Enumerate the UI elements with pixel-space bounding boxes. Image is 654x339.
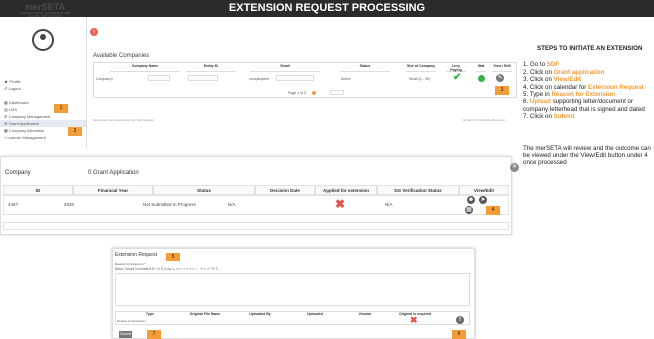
col-grant-status: Status (153, 185, 255, 195)
grant-id-cell: 4457 (8, 202, 19, 207)
step-4: 4. Click on calendar for Extension Reque… (523, 83, 644, 91)
page-header: EXTENSION REQUEST PROCESSING (0, 0, 654, 17)
doc-col-uploaded: Uploaded (307, 312, 323, 316)
grant-company-label: Company (5, 170, 31, 176)
email-box (276, 75, 314, 81)
pager-current-icon[interactable] (312, 91, 316, 95)
available-companies-title: Available Companies (93, 53, 150, 59)
company-name-cell: Company1 (96, 77, 113, 81)
steps-panel: STEPS TO INITIATE AN EXTENSION 1. Go to … (523, 45, 654, 167)
mer-seta-logo: merSETA MANUFACTURING, ENGINEERING AND RE… (20, 2, 70, 18)
original-required-cross-icon: ✖ (410, 315, 418, 325)
entity-id-box (188, 75, 218, 81)
upload-icon[interactable]: ⇧ (456, 316, 464, 324)
col-applied-extension: Applied for extension (315, 185, 377, 195)
step-marker-1: 1 (54, 104, 68, 113)
editor-toolbar[interactable]: Basic Sans▾ Normal▾ A B I U S A Aa x₂ x²… (115, 267, 219, 271)
col-company-name: Company Name (110, 64, 180, 72)
company-status-cell: Active (341, 77, 351, 81)
col-decision-date: Decision Date (255, 185, 315, 195)
doc-col-original-file: Original File Name (189, 312, 221, 316)
sidebar-item-company-management[interactable]: ⚙ Company Management (0, 113, 86, 120)
reason-label: Reason for Extension * (115, 262, 146, 266)
footer-left: Developed and powered by Gijo Technologi… (93, 118, 154, 122)
page-size-select[interactable] (330, 90, 344, 95)
step-marker-4: 4 (486, 206, 500, 215)
sidebar-item-lms[interactable]: ▤ LMS (0, 106, 86, 113)
doc-col-uploaded-by: Uploaded By (249, 312, 271, 316)
grant-year-cell: 2020 (64, 202, 75, 207)
footer-right: merSETA © All Rights Reserved (462, 118, 505, 122)
view-edit-icon[interactable]: ✎ (496, 74, 504, 82)
submit-button[interactable]: Submit (119, 331, 132, 338)
col-stat: Stat (476, 64, 486, 72)
step-marker-7: 7 (147, 330, 161, 339)
step-marker-6: 6 (452, 330, 466, 339)
steps-note: The merSETA will review and the outcome … (523, 144, 651, 167)
extension-request-title: Extension Request (115, 252, 157, 258)
step-marker-5: 5 (166, 253, 180, 261)
close-icon[interactable]: ✕ (510, 163, 519, 172)
doc-col-version: Version (358, 312, 372, 316)
step-6: 6. Upload supporting letter/document or … (523, 98, 645, 113)
col-status: Status (340, 64, 390, 72)
step-2: 2. Click on Grant application (523, 68, 605, 76)
step-7: 7. Click on Submit (523, 113, 575, 121)
entity-id-field (148, 75, 170, 81)
pager[interactable]: Page 1 of 3 (288, 91, 306, 95)
doc-type-cell: Reason for Extension (117, 319, 146, 323)
company-size-cell: Small (1 - 49) (409, 77, 431, 81)
arrow-edit-icon[interactable]: ➤ (479, 196, 487, 204)
grant-date-cell: N/A (228, 202, 236, 207)
sidebar-item-profile[interactable]: ☻ Profile (0, 78, 86, 85)
grant-row (3, 195, 509, 215)
calendar-icon[interactable]: ▦ (465, 206, 473, 214)
step-5: 5. Type in Reason for Extension (523, 91, 616, 99)
col-email: Email (250, 64, 320, 72)
col-size: Size of Company (406, 64, 436, 72)
step-marker-3: 3 (495, 86, 509, 95)
grant-dg-cell: N/A (385, 202, 393, 207)
avatar[interactable] (32, 29, 54, 51)
col-grant-view-edit: View/Edit (459, 185, 509, 195)
grant-table-footer (3, 222, 509, 230)
collapse-sidebar-icon[interactable]: ‹ (90, 28, 98, 36)
extension-cross-icon: ✖ (335, 197, 346, 211)
grant-title: 0 Grant Application (88, 170, 139, 176)
reason-editor[interactable] (115, 273, 470, 306)
step-3: 3. Click on View/Edit (523, 76, 582, 84)
sidebar-item-grant-application[interactable]: ☰ Grant Application (0, 120, 86, 127)
levy-check-icon: ✔ (453, 72, 462, 83)
col-financial-year: Financial Year (73, 185, 153, 195)
col-view-edit: View / Edit (492, 64, 512, 72)
stat-dot-icon (478, 75, 485, 82)
col-levy: Levy Paying (446, 64, 466, 72)
col-id: ID (3, 185, 73, 195)
company-email-cell: companymm (249, 77, 270, 81)
sidebar-item-dashboard[interactable]: ▦ Dashboard (0, 99, 86, 106)
step-marker-2: 2 (68, 127, 82, 136)
col-dg-verification: DG Verification Status (377, 185, 459, 195)
user-view-icon[interactable]: ☻ (467, 196, 475, 204)
step-1: 1. Go to SDF (523, 61, 560, 69)
col-entity-id: Entity ID (186, 64, 236, 72)
sidebar-item-logout[interactable]: ↺ Logout (0, 85, 86, 92)
steps-title: STEPS TO INITIATE AN EXTENSION (537, 45, 643, 52)
grant-status-cell: Not Submitted In Progress (143, 202, 196, 207)
